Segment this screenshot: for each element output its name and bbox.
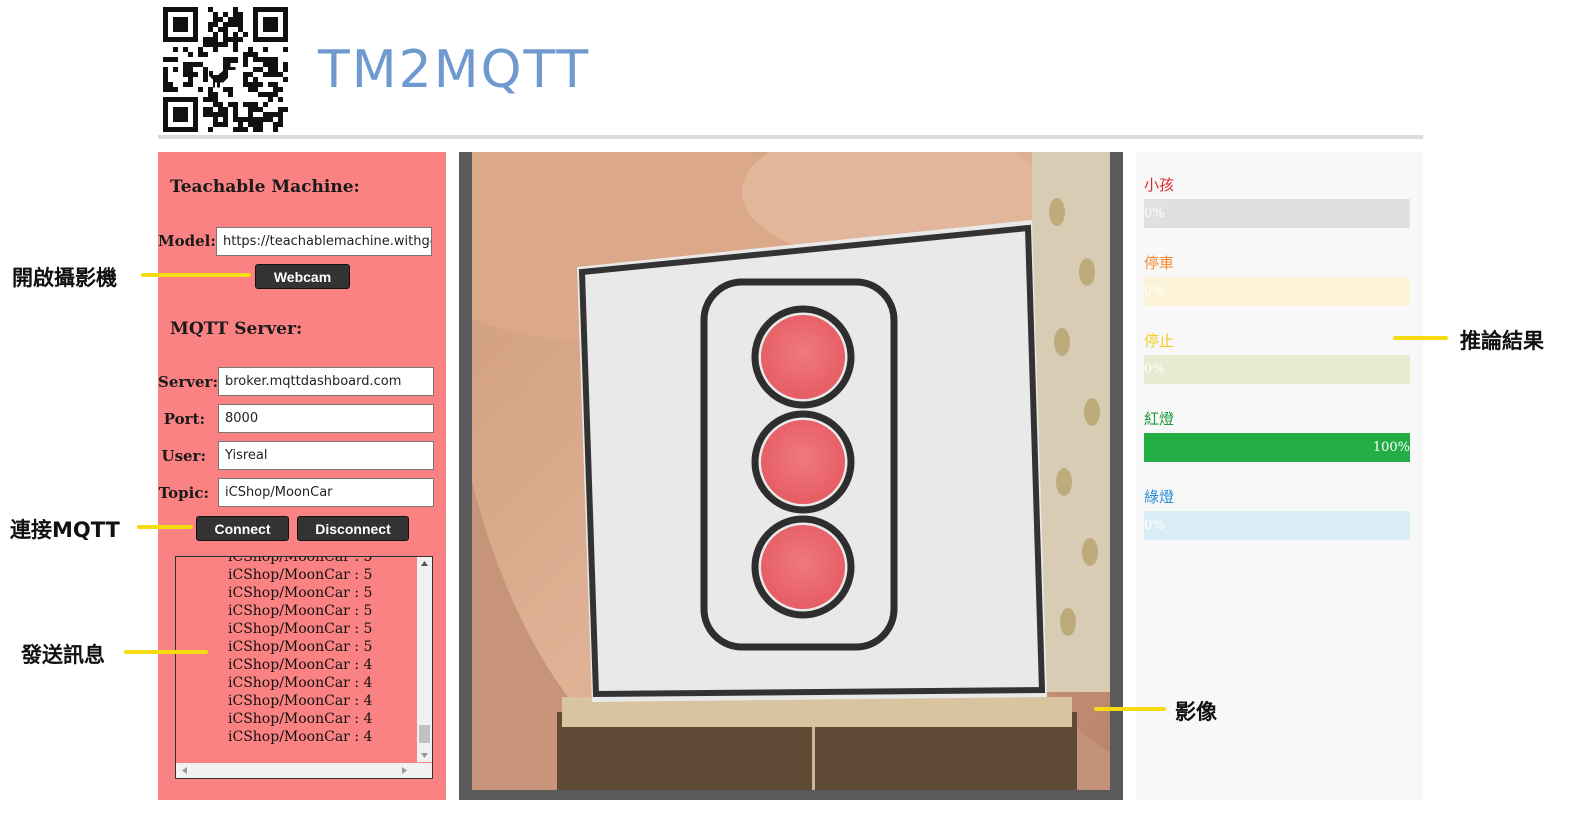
message-log-lines: iCShop/MoonCar : 5 iCShop/MoonCar : 5 iCSh… bbox=[228, 556, 373, 746]
prediction-percent: 100% bbox=[1372, 440, 1410, 455]
message-log[interactable]: iCShop/MoonCar : 5 iCShop/MoonCar : 5 iCSh… bbox=[175, 556, 433, 779]
scroll-down-icon[interactable] bbox=[421, 753, 428, 758]
qr-code-icon bbox=[163, 7, 288, 132]
annotation-line-messages bbox=[124, 650, 208, 654]
log-line: iCShop/MoonCar : 4 bbox=[228, 693, 373, 709]
annotation-image: 影像 bbox=[1175, 700, 1217, 724]
log-line: iCShop/MoonCar : 5 bbox=[228, 567, 373, 583]
model-label: Model: bbox=[158, 232, 216, 250]
log-vertical-scrollbar[interactable] bbox=[417, 557, 432, 762]
disconnect-button[interactable]: Disconnect bbox=[297, 516, 409, 541]
server-label: Server: bbox=[158, 373, 218, 391]
port-input[interactable]: 8000 bbox=[218, 404, 434, 433]
topic-input[interactable]: iCShop/MoonCar bbox=[218, 478, 434, 507]
topic-label: Topic: bbox=[158, 484, 209, 502]
connect-button[interactable]: Connect bbox=[196, 516, 289, 541]
control-panel: Teachable Machine: Model: https://teacha… bbox=[158, 152, 446, 800]
log-line: iCShop/MoonCar : 5 bbox=[228, 621, 373, 637]
scroll-right-icon[interactable] bbox=[402, 767, 407, 774]
user-input[interactable]: Yisreal bbox=[218, 441, 434, 470]
webcam-button[interactable]: Webcam bbox=[255, 264, 350, 289]
prediction-bar: 0% bbox=[1144, 277, 1410, 306]
app-title: TM2MQTT bbox=[318, 40, 591, 100]
annotation-line-inference bbox=[1393, 336, 1448, 340]
log-line: iCShop/MoonCar : 4 bbox=[228, 657, 373, 673]
log-line: iCShop/MoonCar : 4 bbox=[228, 711, 373, 727]
model-url-input[interactable]: https://teachablemachine.withgoogle.com bbox=[216, 227, 432, 256]
annotation-inference: 推論結果 bbox=[1460, 329, 1544, 353]
prediction-percent: 0% bbox=[1144, 206, 1165, 221]
log-line: iCShop/MoonCar : 5 bbox=[228, 639, 373, 655]
log-line: iCShop/MoonCar : 4 bbox=[228, 729, 373, 745]
scroll-left-icon[interactable] bbox=[182, 767, 187, 774]
port-label: Port: bbox=[163, 410, 205, 428]
webcam-frame bbox=[472, 152, 1110, 790]
prediction-percent: 0% bbox=[1144, 284, 1165, 299]
mqtt-heading: MQTT Server: bbox=[170, 319, 303, 339]
prediction-percent: 0% bbox=[1144, 362, 1165, 377]
annotation-line-webcam bbox=[141, 273, 251, 277]
prediction-bar: 100% bbox=[1144, 433, 1410, 462]
annotation-mqtt: 連接MQTT bbox=[10, 518, 120, 542]
prediction-label: 停止 bbox=[1144, 332, 1175, 350]
prediction-label: 停車 bbox=[1144, 254, 1175, 272]
prediction-label: 綠燈 bbox=[1144, 488, 1175, 506]
annotation-webcam: 開啟攝影機 bbox=[12, 266, 117, 290]
webcam-video bbox=[459, 152, 1123, 800]
log-scroll-thumb[interactable] bbox=[419, 725, 430, 743]
annotation-line-image bbox=[1094, 707, 1166, 711]
prediction-bar: 0% bbox=[1144, 511, 1410, 540]
header-divider bbox=[158, 135, 1423, 139]
log-line: iCShop/MoonCar : 5 bbox=[228, 556, 373, 565]
annotation-line-mqtt bbox=[137, 525, 193, 529]
dinosaur-icon bbox=[208, 52, 243, 88]
scroll-up-icon[interactable] bbox=[421, 561, 428, 566]
prediction-percent: 0% bbox=[1144, 518, 1165, 533]
prediction-bar-fill bbox=[1144, 433, 1410, 462]
log-line: iCShop/MoonCar : 5 bbox=[228, 603, 373, 619]
log-horizontal-scrollbar[interactable] bbox=[176, 763, 432, 778]
prediction-label: 小孩 bbox=[1144, 176, 1175, 194]
log-line: iCShop/MoonCar : 5 bbox=[228, 585, 373, 601]
prediction-bar: 0% bbox=[1144, 199, 1410, 228]
tm-heading: Teachable Machine: bbox=[170, 177, 360, 197]
user-label: User: bbox=[161, 447, 206, 465]
log-line: iCShop/MoonCar : 4 bbox=[228, 675, 373, 691]
server-input[interactable]: broker.mqttdashboard.com bbox=[218, 367, 434, 396]
annotation-messages: 發送訊息 bbox=[21, 643, 105, 667]
prediction-bar: 0% bbox=[1144, 355, 1410, 384]
prediction-label: 紅燈 bbox=[1144, 410, 1175, 428]
